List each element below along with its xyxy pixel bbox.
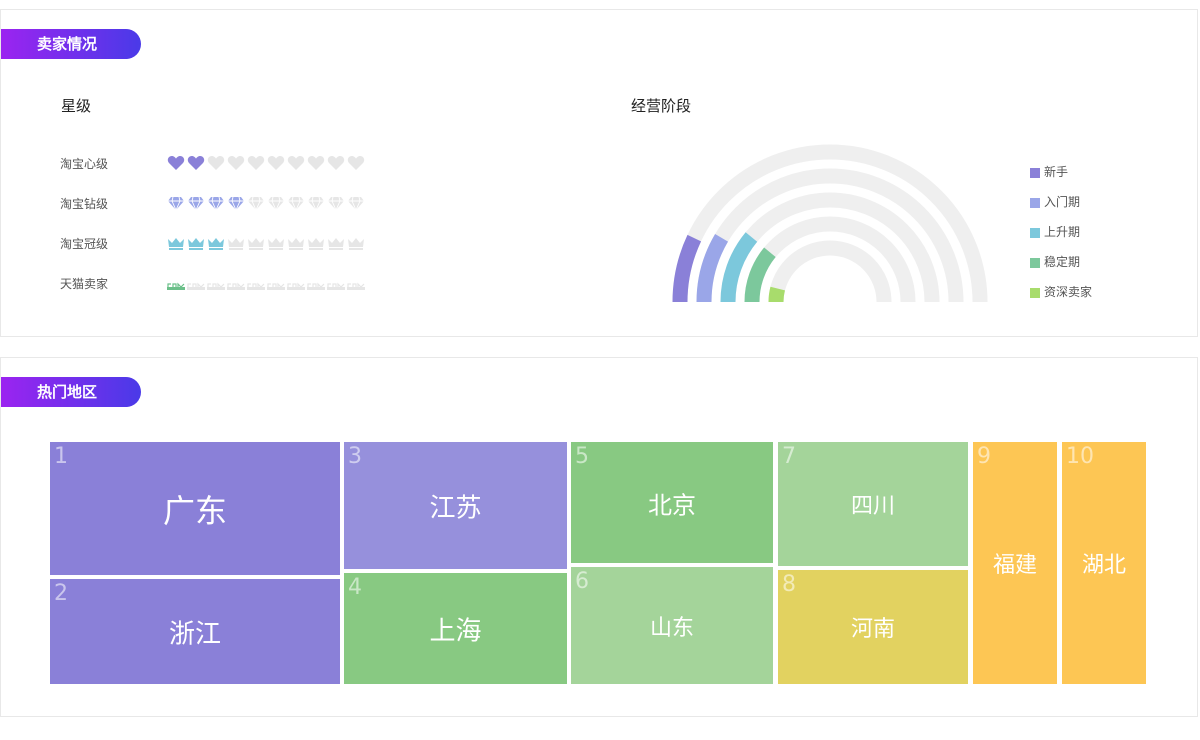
treemap-cell[interactable]: 4 上海 [344,573,567,684]
legend-label: 新手 [1044,165,1069,179]
rating-row-label: 淘宝心级 [60,157,109,171]
crown-icon [228,238,244,250]
heart-icon [167,156,185,170]
treemap-label: 广东 [162,491,227,530]
crown-icon [288,238,304,250]
treemap-label: 浙江 [168,619,221,649]
crown-icon [248,238,264,250]
crown-icon [348,238,364,250]
stage-title: 经营阶段 [631,97,692,115]
treemap-label: 山东 [649,615,694,641]
treemap-cell[interactable]: 9 福建 [973,442,1057,684]
heart-icon [267,156,285,170]
treemap-rank: 3 [348,444,362,469]
treemap-rank: 9 [977,444,991,469]
legend-swatch [1030,228,1040,238]
legend-label: 资深卖家 [1044,285,1093,299]
tmall-icon [307,282,325,290]
stage-radial-chart [672,144,988,303]
crown-icon [188,238,204,250]
treemap-label: 四川 [850,494,895,519]
treemap-cell[interactable]: 2 浙江 [50,579,340,684]
heart-icon [287,156,305,170]
diamond-icon [288,196,304,211]
treemap-label: 江苏 [429,493,482,523]
treemap-cell[interactable]: 8 河南 [778,570,968,684]
diamond-icon [168,196,184,211]
tmall-icon [207,282,225,290]
tmall-icon [187,282,205,290]
diamond-icon [208,196,224,211]
radial-track [768,240,892,303]
heart-icon [307,156,325,170]
treemap-label: 福建 [992,553,1037,578]
rating-row-label: 淘宝钻级 [60,197,109,211]
tmall-icon [327,282,345,290]
sellers-section-tag: 卖家情况 [1,29,141,59]
legend-swatch [1030,258,1040,268]
crown-icon [328,238,344,250]
treemap-label: 河南 [850,617,895,642]
heart-icon [347,156,365,170]
treemap-rank: 7 [782,444,796,469]
crown-icon [268,238,284,250]
regions-section-tag: 热门地区 [1,377,141,407]
tmall-icon [267,282,285,290]
treemap-rank: 8 [782,572,796,597]
diamond-icon [188,196,204,211]
rating-row-label: 淘宝冠级 [60,237,109,251]
diamond-icon [308,196,324,211]
treemap-rank: 4 [348,575,362,600]
treemap-rank: 5 [575,444,589,469]
legend-label: 入门期 [1044,195,1081,209]
diamond-icon [248,196,264,211]
radial-bar-2 [696,234,729,303]
legend-label: 上升期 [1044,225,1081,239]
treemap-rank: 1 [54,444,68,469]
rating-title: 星级 [61,97,92,115]
diamond-icon [228,196,244,211]
radial-bar-4 [744,247,776,303]
tmall-icon [347,282,365,290]
tmall-icon [287,282,305,290]
tmall-icon [167,282,185,290]
treemap-label: 湖北 [1081,553,1126,578]
treemap-cell[interactable]: 3 江苏 [344,442,567,569]
legend-swatch [1030,168,1040,178]
rating-row-label: 天猫卖家 [60,277,109,291]
crown-icon [308,238,324,250]
diamond-icon [348,196,364,211]
treemap-cell[interactable]: 10 湖北 [1062,442,1146,684]
radial-bar-1 [672,234,702,303]
diamond-icon [328,196,344,211]
tmall-icon [227,282,245,290]
legend-swatch [1030,198,1040,208]
radial-bar-5 [768,286,786,303]
diamond-icon [268,196,284,211]
crown-icon [168,238,184,250]
tmall-icon [247,282,265,290]
heart-icon [187,156,205,170]
treemap-rank: 2 [54,581,68,606]
crown-icon [208,238,224,250]
treemap-cell[interactable]: 6 山东 [571,567,773,684]
treemap-cell[interactable]: 1 广东 [50,442,340,575]
heart-icon [227,156,245,170]
heart-icon [327,156,345,170]
treemap-cell[interactable]: 5 北京 [571,442,773,563]
legend-swatch [1030,288,1040,298]
treemap-rank: 10 [1066,444,1094,469]
treemap-label: 北京 [648,491,696,519]
heart-icon [247,156,265,170]
treemap-rank: 6 [575,569,589,594]
treemap-cell[interactable]: 7 四川 [778,442,968,566]
legend-label: 稳定期 [1044,255,1081,269]
treemap-label: 上海 [429,616,482,646]
heart-icon [207,156,225,170]
region-treemap: 1 广东 2 浙江 3 江苏 4 上海 5 北京 6 山东 7 四川 8 河南 9 福建 10 湖北 [50,442,1146,684]
